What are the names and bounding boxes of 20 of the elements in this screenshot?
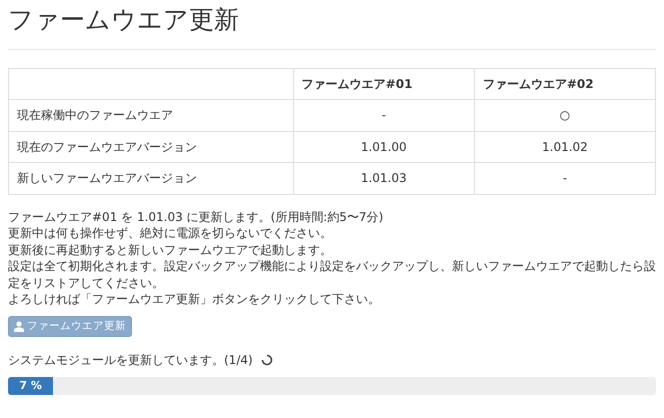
notice-text: 設定は全て初期化されます。設定バックアップ機能により設定をバックアップし、新しいファームウエアで起動したら設定をリストアしてください。 xyxy=(8,258,656,291)
table-cell: - xyxy=(293,100,474,131)
notice-text: 更新後に再起動すると新しいファームウエアで起動します。 xyxy=(8,242,333,258)
row-label: 現在稼働中のファームウエア xyxy=(8,100,294,131)
table-cell: 1.01.03 xyxy=(293,162,474,194)
status-text: システムモジュールを更新しています。(1/4) xyxy=(8,352,253,370)
notice-text: ファームウエア#01 を 1.01.03 に更新します。(所用時間:約5〜7分) xyxy=(8,208,384,225)
progress-fill: 7 % xyxy=(8,377,54,396)
table-cell: - xyxy=(474,162,656,194)
row-label: 新しいファームウエアバージョン xyxy=(8,162,294,194)
notice-text: よろしければ「ファームウエア更新」ボタンをクリックして下さい。 xyxy=(8,291,381,308)
column-header: ファームウエア#02 xyxy=(474,68,656,100)
table-cell: ○ xyxy=(474,100,656,131)
page-title: ファームウエア更新 xyxy=(8,4,240,36)
notice-text: 更新中は何も操作せず、絶対に電源を切らないでください。 xyxy=(8,225,333,242)
row-label: 現在のファームウエアバージョン xyxy=(8,131,294,162)
column-header: ファームウエア#01 xyxy=(293,68,474,100)
table-cell: 1.01.00 xyxy=(293,131,474,162)
table-cell: 1.01.02 xyxy=(474,131,656,162)
user-icon xyxy=(14,320,24,332)
